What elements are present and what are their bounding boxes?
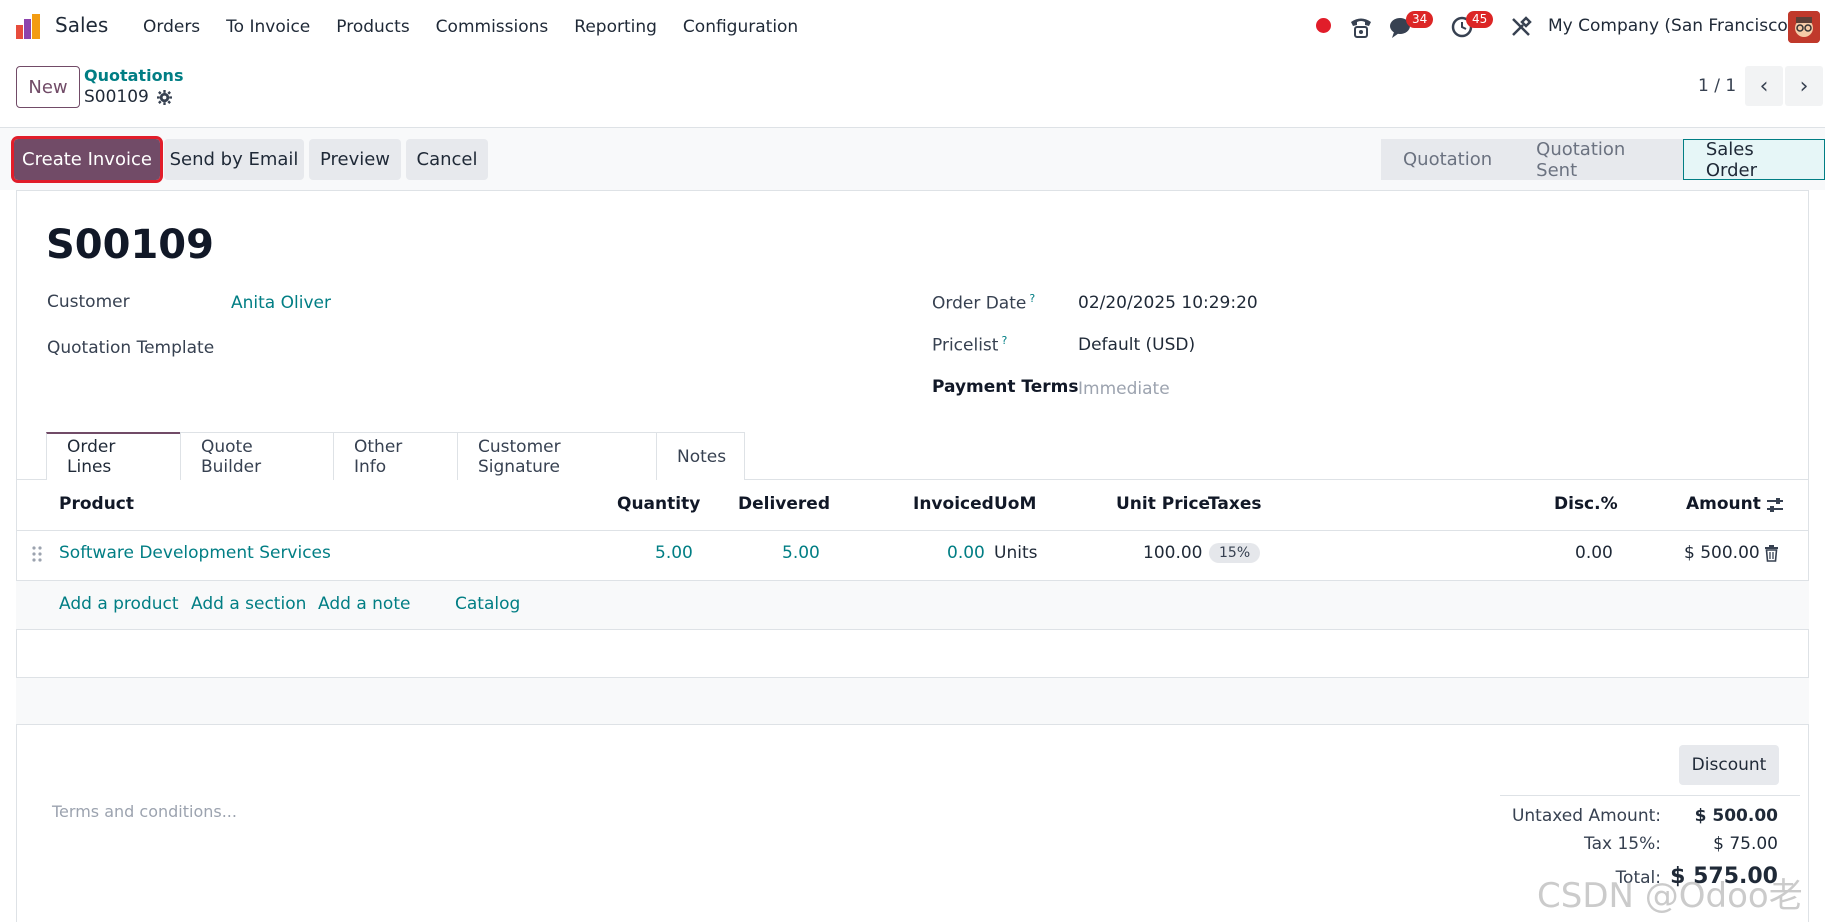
col-quantity[interactable]: Quantity	[617, 494, 700, 514]
sales-app-icon[interactable]	[14, 13, 44, 41]
watermark: CSDN @Odoo老杨	[1537, 876, 1803, 916]
avatar-face-icon	[1788, 11, 1820, 43]
col-invoiced[interactable]: Invoiced	[913, 494, 994, 514]
breadcrumb-current: S00109	[84, 87, 172, 107]
header-divider	[16, 530, 1809, 531]
add-product-link[interactable]: Add a product	[59, 594, 179, 614]
record-title: S00109	[46, 222, 214, 268]
totals-divider	[1500, 795, 1800, 796]
order-date-label: Order Date?	[932, 292, 1035, 314]
optional-columns-icon[interactable]	[1766, 496, 1784, 514]
add-note-link[interactable]: Add a note	[318, 594, 410, 614]
line-delivered[interactable]: 5.00	[782, 543, 820, 563]
col-disc[interactable]: Disc.%	[1554, 494, 1618, 514]
line-tax-badge[interactable]: 15%	[1209, 543, 1261, 563]
messages-badge: 34	[1406, 11, 1434, 28]
chevron-left-icon: ‹	[1759, 73, 1769, 99]
tools-icon[interactable]	[1508, 14, 1534, 40]
pricelist-label-text: Pricelist	[932, 335, 999, 356]
tax-value: $ 75.00	[1713, 834, 1778, 854]
menu-products[interactable]: Products	[323, 17, 422, 37]
payment-terms-label: Payment Terms	[932, 377, 1079, 397]
company-switcher[interactable]: My Company (San Francisco)	[1548, 16, 1794, 36]
menu-to-invoice[interactable]: To Invoice	[213, 17, 323, 37]
breadcrumb-quotations[interactable]: Quotations	[84, 66, 183, 85]
activities-badge: 45	[1466, 11, 1494, 28]
add-section-link[interactable]: Add a section	[191, 594, 306, 614]
new-button[interactable]: New	[16, 66, 80, 108]
app-name[interactable]: Sales	[55, 13, 108, 37]
line-discount[interactable]: 0.00	[1575, 543, 1613, 563]
terms-input[interactable]: Terms and conditions...	[52, 802, 237, 821]
col-taxes[interactable]: Taxes	[1208, 494, 1262, 514]
action-bar: Create Invoice Send by Email Preview Can…	[0, 128, 1825, 190]
stage-sales-order[interactable]: Sales Order	[1682, 139, 1825, 181]
chevron-right-icon: ›	[1799, 73, 1809, 99]
order-date-field[interactable]: 02/20/2025 10:29:20	[1078, 293, 1258, 313]
menu-orders[interactable]: Orders	[130, 17, 213, 37]
create-invoice-button[interactable]: Create Invoice	[11, 136, 163, 183]
pager-next-button[interactable]: ›	[1785, 66, 1823, 106]
tab-order-lines[interactable]: Order Lines	[46, 432, 181, 480]
user-avatar[interactable]	[1788, 11, 1820, 43]
line-amount: $ 500.00	[1684, 543, 1760, 563]
top-navbar: Sales Orders To Invoice Products Commiss…	[0, 0, 1825, 54]
col-uom[interactable]: UoM	[994, 494, 1036, 514]
help-icon[interactable]: ?	[1001, 334, 1007, 347]
recording-dot-icon[interactable]	[1316, 18, 1331, 33]
menu-reporting[interactable]: Reporting	[561, 17, 670, 37]
catalog-button[interactable]: Catalog	[455, 594, 520, 614]
empty-row	[16, 678, 1809, 724]
tab-quote-builder[interactable]: Quote Builder	[180, 432, 334, 480]
line-product[interactable]: Software Development Services	[59, 543, 331, 563]
col-product[interactable]: Product	[59, 494, 134, 514]
stage-quotation[interactable]: Quotation	[1381, 139, 1515, 180]
payment-terms-field[interactable]: Immediate	[1078, 379, 1170, 399]
preview-button[interactable]: Preview	[309, 139, 401, 180]
trash-icon[interactable]	[1764, 545, 1779, 562]
quotation-template-label: Quotation Template	[47, 338, 215, 358]
discount-button[interactable]: Discount	[1679, 745, 1779, 785]
cancel-button[interactable]: Cancel	[406, 139, 488, 180]
order-date-label-text: Order Date	[932, 293, 1027, 314]
breadcrumb-current-label: S00109	[84, 87, 149, 107]
main-menu: Orders To Invoice Products Commissions R…	[130, 0, 811, 54]
tab-customer-signature[interactable]: Customer Signature	[457, 432, 657, 480]
line-uom[interactable]: Units	[994, 543, 1037, 563]
tab-other-info[interactable]: Other Info	[333, 432, 458, 480]
untaxed-amount-value: $ 500.00	[1694, 806, 1778, 826]
col-amount[interactable]: Amount	[1686, 494, 1761, 514]
row-divider	[16, 724, 1809, 725]
tab-notes[interactable]: Notes	[656, 432, 745, 480]
notebook-tabs: Order Lines Quote Builder Other Info Cus…	[46, 432, 745, 480]
line-unit-price[interactable]: 100.00	[1143, 543, 1202, 563]
pricelist-field[interactable]: Default (USD)	[1078, 335, 1195, 355]
send-by-email-button[interactable]: Send by Email	[164, 139, 304, 180]
phone-icon[interactable]	[1348, 14, 1374, 40]
help-icon[interactable]: ?	[1029, 292, 1035, 305]
status-bar: Quotation Quotation Sent Sales Order	[1381, 139, 1825, 181]
drag-handle-icon[interactable]	[31, 545, 43, 563]
col-unit-price[interactable]: Unit Price	[1116, 494, 1210, 514]
menu-configuration[interactable]: Configuration	[670, 17, 811, 37]
control-panel: New Quotations S00109 1 / 1 ‹ ›	[0, 54, 1825, 128]
pager-previous-button[interactable]: ‹	[1745, 66, 1783, 106]
line-quantity[interactable]: 5.00	[655, 543, 693, 563]
pricelist-label: Pricelist?	[932, 334, 1007, 356]
col-delivered[interactable]: Delivered	[738, 494, 830, 514]
pager-value[interactable]: 1 / 1	[1698, 76, 1736, 96]
row-divider	[16, 629, 1809, 630]
customer-field[interactable]: Anita Oliver	[231, 293, 331, 313]
menu-commissions[interactable]: Commissions	[423, 17, 562, 37]
customer-label: Customer	[47, 292, 130, 312]
gear-icon[interactable]	[156, 89, 172, 105]
line-invoiced[interactable]: 0.00	[947, 543, 985, 563]
stage-quotation-sent[interactable]: Quotation Sent	[1514, 139, 1683, 181]
